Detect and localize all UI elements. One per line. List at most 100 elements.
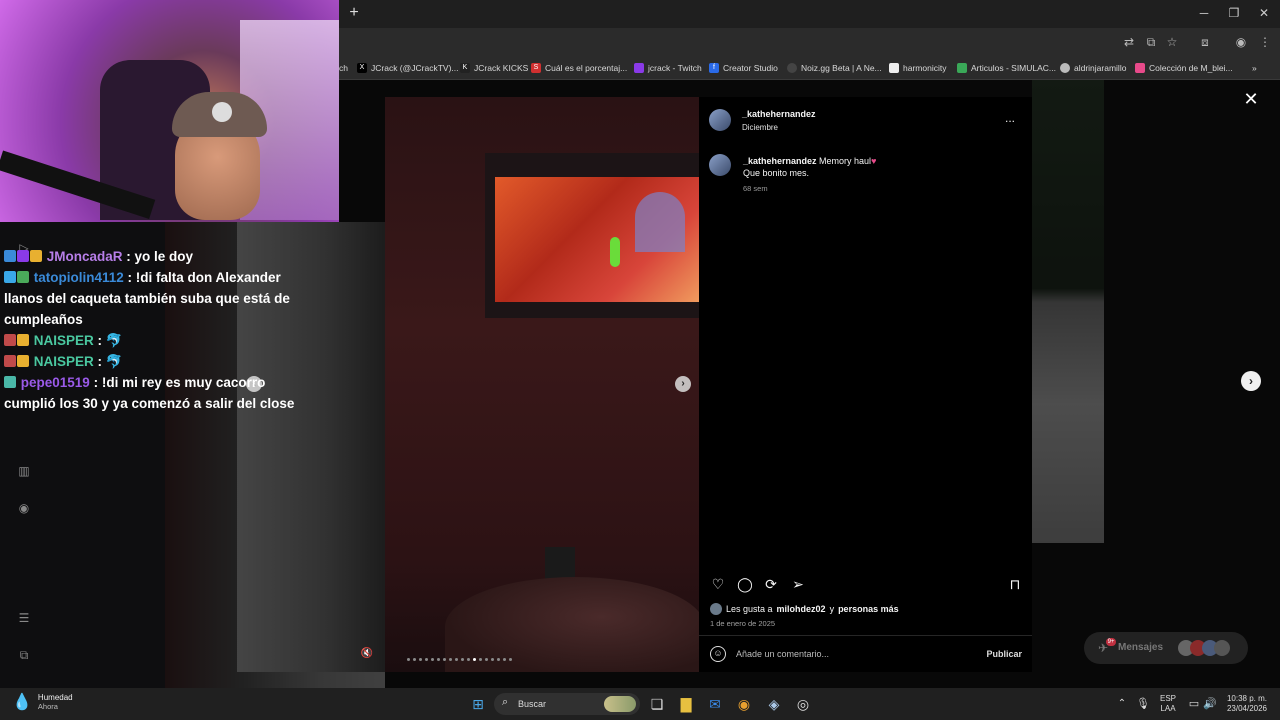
tray-overflow-icon[interactable]: ⌃ [1112, 694, 1132, 714]
publish-button[interactable]: Publicar [986, 649, 1022, 659]
liker-avatar [710, 603, 722, 615]
bookmark-x[interactable]: X JCrack (@JCrackTV)... [357, 60, 459, 76]
maximize-icon[interactable]: ❐ [1219, 4, 1249, 22]
microphone-icon[interactable]: 🎙 [1133, 694, 1153, 714]
caption-avatar[interactable] [709, 154, 731, 176]
bookmark-harmonicity[interactable]: harmonicity [889, 60, 946, 76]
bookmark-creator-studio[interactable]: f Creator Studio [709, 60, 778, 76]
windows-start-icon[interactable]: ⊞ [468, 694, 488, 714]
badge-icon [4, 355, 16, 367]
kick-icon: K [460, 63, 470, 73]
close-window-icon[interactable]: ✕ [1249, 4, 1279, 22]
badge-icon [4, 250, 16, 262]
tv-screen [495, 177, 699, 302]
carousel-dot [491, 658, 494, 661]
carousel-dot [419, 658, 422, 661]
minimize-icon[interactable]: ─ [1189, 4, 1219, 22]
carousel-dot [449, 658, 452, 661]
bookmark-s[interactable]: S Cuál es el porcentaj... [531, 60, 627, 76]
collection-icon [1135, 63, 1145, 73]
extensions-icon[interactable]: ⧈ [1198, 35, 1212, 49]
comment-input[interactable]: Añade un comentario... [736, 649, 829, 659]
clock[interactable]: 10:38 p. m. 23/04/2026 [1222, 694, 1272, 714]
stream-chat-overlay: JMoncadaR : yo le doy tatopiolin4112 : !… [0, 246, 300, 414]
profile-icon[interactable]: ◉ [1234, 35, 1248, 49]
taskbar: 💧 Humedad Ahora ⊞ ⌕ Buscar ❏ ▇ ✉ ◉ ◈ ◎ ⌃… [0, 688, 1280, 720]
post-actions: ♡ ◯ ⟳ ➢ ⊓ [709, 575, 1024, 595]
carousel-dot [455, 658, 458, 661]
shapes-icon[interactable]: ⧉ [16, 647, 32, 663]
post-subtitle[interactable]: Diciembre [742, 123, 778, 132]
taskbar-search[interactable]: ⌕ Buscar [494, 693, 640, 715]
bookmark-noiz[interactable]: Noiz.gg Beta | A Ne... [787, 60, 882, 76]
bookmark-coleccion[interactable]: Colección de M_blei... [1135, 60, 1233, 76]
webcam-overlay [0, 0, 339, 222]
bookmark-twitch[interactable]: jcrack - Twitch [634, 60, 702, 76]
caption-text: Memory haul [816, 156, 872, 166]
bookmark-articulos[interactable]: Articulos - SIMULAC... [957, 60, 1056, 76]
bookmarks-overflow-icon[interactable]: » [1252, 60, 1257, 76]
avatar[interactable] [709, 109, 731, 131]
bookmark-kick[interactable]: K JCrack KICKS [460, 60, 528, 76]
post-date: 1 de enero de 2025 [710, 619, 776, 628]
carousel-dot [467, 658, 470, 661]
next-media-arrow-icon[interactable]: › [675, 376, 691, 392]
emoji-icon[interactable]: ☺ [710, 646, 726, 662]
chat-message: NAISPER : 🐬 [0, 330, 300, 351]
post-caption: _kathehernandez Memory haul♥ Que bonito … [743, 155, 1013, 195]
carousel-dot [425, 658, 428, 661]
carousel-dot [485, 658, 488, 661]
menu-kebab-icon[interactable]: ⋮ [1258, 35, 1272, 49]
like-heart-icon[interactable]: ♡ [709, 575, 727, 593]
stats-icon[interactable]: ▥ [16, 463, 32, 479]
twitch-icon [634, 63, 644, 73]
task-view-icon[interactable]: ❏ [647, 694, 667, 714]
file-explorer-icon[interactable]: ▇ [676, 694, 696, 714]
carousel-dot [503, 658, 506, 661]
messages-avatars [1178, 640, 1238, 656]
caption-line2: Que bonito mes. [743, 168, 810, 178]
comment-composer: ☺ Añade un comentario... Publicar [710, 646, 1022, 664]
carousel-dot [413, 658, 416, 661]
save-bookmark-icon[interactable]: ⊓ [1006, 575, 1024, 593]
carousel-dots [407, 658, 512, 662]
close-modal-icon[interactable]: ✕ [1242, 90, 1260, 108]
more-options-icon[interactable]: ... [1005, 111, 1015, 125]
carousel-dot [497, 658, 500, 661]
post-username[interactable]: _kathehernandez [742, 109, 816, 119]
new-tab-button[interactable]: + [346, 4, 362, 22]
carousel-dot [443, 658, 446, 661]
bookmark-0[interactable]: ch [339, 60, 348, 76]
mute-icon[interactable]: 🔇 [359, 646, 375, 662]
share-send-icon[interactable]: ➢ [789, 575, 807, 593]
next-post-arrow-icon[interactable]: › [1241, 371, 1261, 391]
sidebar-avatar[interactable]: ◉ [16, 500, 32, 516]
messages-pill[interactable]: ✈ 9+ Mensajes [1084, 632, 1248, 664]
badge-icon [17, 250, 29, 262]
language-indicator[interactable]: ESP LAA [1157, 694, 1179, 714]
post-media[interactable] [385, 97, 699, 672]
drive-icon [957, 63, 967, 73]
weather-widget[interactable]: 💧 Humedad Ahora [12, 692, 73, 712]
crown-icon [17, 334, 29, 346]
likes-summary[interactable]: Les gusta a milohdez02 y personas más [710, 603, 899, 615]
comment-icon[interactable]: ◯ [736, 575, 754, 593]
steam-icon[interactable]: ◈ [764, 694, 784, 714]
bookmark-star-icon[interactable]: ☆ [1165, 35, 1179, 49]
volume-icon[interactable]: 🔊 [1200, 694, 1220, 714]
outlook-icon[interactable]: ✉ [705, 694, 725, 714]
badge-icon [4, 271, 16, 283]
facebook-icon: f [709, 63, 719, 73]
list-icon[interactable]: ☰ [16, 610, 32, 626]
chrome-icon[interactable]: ◉ [734, 694, 754, 714]
bookmark-aldrin[interactable]: aldrinjaramillo [1060, 60, 1126, 76]
translate-icon[interactable]: ⇄ [1122, 35, 1136, 49]
caption-username[interactable]: _kathehernandez [743, 156, 817, 166]
search-icon: ⌕ [502, 696, 509, 708]
carousel-dot [479, 658, 482, 661]
repost-icon[interactable]: ⟳ [762, 575, 780, 593]
app-icon[interactable]: ◎ [793, 694, 813, 714]
cast-icon[interactable]: ⧉ [1144, 35, 1158, 49]
badge-icon [4, 376, 16, 388]
heart-emoji-icon: ♥ [871, 156, 877, 166]
